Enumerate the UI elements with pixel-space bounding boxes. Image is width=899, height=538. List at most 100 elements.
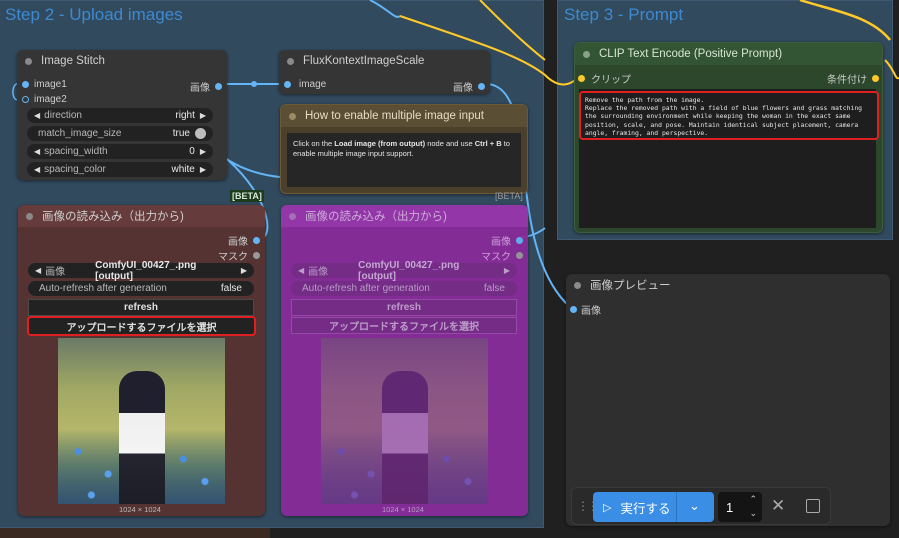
button-divider [676, 492, 677, 522]
arrow-right-icon[interactable]: ▶ [200, 111, 206, 120]
refresh-button[interactable]: refresh [28, 299, 254, 316]
close-icon[interactable]: ✕ [771, 496, 785, 516]
loaded-image-thumbnail[interactable] [321, 338, 488, 504]
load-image-node[interactable]: 画像の読み込み（出力から) 画像 マスク ◀ 画像 ComfyUI_00427_… [18, 205, 265, 516]
arrow-left-icon[interactable]: ◀ [34, 165, 40, 174]
port-icon[interactable] [215, 83, 222, 90]
port-icon[interactable] [478, 83, 485, 90]
note-header[interactable]: How to enable multiple image input [281, 105, 527, 127]
clip-header[interactable]: CLIP Text Encode (Positive Prompt) [575, 43, 882, 65]
toggle-icon[interactable] [195, 128, 206, 139]
port-icon[interactable] [284, 81, 291, 88]
image-stitch-header[interactable]: Image Stitch [17, 50, 227, 72]
arrow-right-icon[interactable]: ▶ [241, 266, 247, 275]
arrow-right-icon[interactable]: ▶ [200, 147, 206, 156]
collapse-dot-icon[interactable] [583, 50, 590, 58]
graph-canvas[interactable]: Step 2 - Upload images Step 3 - Prompt I… [0, 0, 899, 538]
upload-file-button[interactable]: アップロードするファイルを選択 [291, 317, 517, 334]
widget-image-select[interactable]: ◀ 画像 ComfyUI_00427_.png [output] ▶ [28, 260, 254, 282]
flux-input-label: image [299, 79, 327, 90]
offscreen-node-stub [0, 528, 270, 538]
collapse-dot-icon[interactable] [289, 212, 296, 220]
port-icon[interactable] [578, 75, 585, 82]
clip-output[interactable]: 条件付け [827, 71, 879, 86]
image-dimensions: 1024 × 1024 [382, 505, 424, 514]
upload-file-button[interactable]: アップロードするファイルを選択 [27, 316, 256, 336]
image-stitch-title: Image Stitch [41, 55, 105, 67]
arrow-left-icon[interactable]: ◀ [35, 266, 41, 275]
stop-icon[interactable] [806, 499, 820, 513]
widget-auto-refresh[interactable]: Auto-refresh after generation false [291, 281, 517, 296]
port-icon[interactable] [872, 75, 879, 82]
run-label: 実行する [620, 501, 671, 516]
clip-input[interactable]: クリップ [578, 71, 631, 86]
widget-direction-value: right [175, 110, 195, 121]
note-text-mid: node and use [425, 139, 475, 148]
port-icon[interactable] [516, 252, 523, 259]
batch-count-input[interactable]: 1 ⌃ ⌄ [718, 492, 762, 522]
load-image-node-bypassed[interactable]: 画像の読み込み（出力から) 画像 マスク ◀ 画像 ComfyUI_00427_… [281, 205, 528, 516]
arrow-left-icon[interactable]: ◀ [34, 111, 40, 120]
note-text-bold2: Ctrl + B [474, 139, 502, 148]
output-image[interactable]: 画像 [190, 79, 222, 94]
collapse-dot-icon[interactable] [289, 112, 296, 120]
flux-output-image[interactable]: 画像 [453, 79, 485, 94]
flux-output-label: 画像 [453, 83, 473, 94]
load-output-image[interactable]: 画像 [228, 233, 260, 248]
collapse-dot-icon[interactable] [26, 212, 33, 220]
decrement-icon[interactable]: ⌄ [749, 508, 757, 519]
note-node[interactable]: How to enable multiple image input Click… [280, 104, 528, 194]
preview-input[interactable]: 画像 [570, 302, 601, 317]
port-icon[interactable] [22, 96, 29, 103]
note-text-bold1: Load image (from output) [334, 139, 426, 148]
widget-match-image-size[interactable]: match_image_size true [27, 126, 213, 141]
port-icon[interactable] [22, 81, 29, 88]
arrow-right-icon[interactable]: ▶ [200, 165, 206, 174]
prompt-textarea[interactable]: Remove the path from the image. Replace … [579, 91, 879, 140]
widget-direction[interactable]: ◀ direction right ▶ [27, 108, 213, 123]
flux-scale-header[interactable]: FluxKontextImageScale [279, 50, 490, 72]
arrow-left-icon[interactable]: ◀ [298, 266, 304, 275]
port-icon[interactable] [516, 237, 523, 244]
preview-header[interactable]: 画像プレビュー [566, 274, 890, 296]
input-image1[interactable]: image1 [22, 79, 67, 90]
beta-badge: [BETA] [230, 190, 264, 202]
note-text-pre: Click on the [293, 139, 335, 148]
input-image2[interactable]: image2 [22, 94, 67, 105]
widget-image-select[interactable]: ◀ 画像 ComfyUI_00427_.png [output] ▶ [291, 260, 517, 282]
collapse-dot-icon[interactable] [287, 57, 294, 65]
image-dimensions: 1024 × 1024 [119, 505, 161, 514]
port-icon[interactable] [253, 237, 260, 244]
widget-spacing-color[interactable]: ◀ spacing_color white ▶ [27, 162, 213, 177]
loaded-image-thumbnail[interactable] [58, 338, 225, 504]
image-stitch-node[interactable]: Image Stitch image1 image2 画像 ◀ directio… [17, 50, 227, 180]
play-icon: ▷ [603, 501, 612, 514]
widget-spacing-width[interactable]: ◀ spacing_width 0 ▶ [27, 144, 213, 159]
collapse-dot-icon[interactable] [25, 57, 32, 65]
flux-input-image[interactable]: image [284, 79, 326, 90]
clip-input-label: クリップ [591, 75, 631, 86]
port-icon[interactable] [570, 306, 577, 313]
load-image-header[interactable]: 画像の読み込み（出力から) [281, 205, 528, 227]
port-icon[interactable] [253, 252, 260, 259]
clip-text-encode-node[interactable]: CLIP Text Encode (Positive Prompt) クリップ … [574, 42, 883, 233]
note-text-area[interactable]: Click on the Load image (from output) no… [287, 133, 521, 187]
widget-auto-refresh[interactable]: Auto-refresh after generation false [28, 281, 254, 296]
load-image-title: 画像の読み込み（出力から) [42, 211, 184, 223]
refresh-button[interactable]: refresh [291, 299, 517, 316]
load-image-title: 画像の読み込み（出力から) [305, 211, 447, 223]
arrow-left-icon[interactable]: ◀ [34, 147, 40, 156]
arrow-right-icon[interactable]: ▶ [504, 266, 510, 275]
run-queue-button[interactable]: ▷ 実行する ⌄ [593, 492, 714, 522]
widget-spacing-width-label: spacing_width [44, 146, 108, 157]
chevron-down-icon[interactable]: ⌄ [689, 498, 700, 514]
note-title: How to enable multiple image input [305, 110, 484, 122]
load-output-image[interactable]: 画像 [491, 233, 523, 248]
preview-title: 画像プレビュー [590, 280, 671, 292]
increment-icon[interactable]: ⌃ [749, 494, 757, 505]
input-image2-label: image2 [34, 94, 67, 105]
flux-kontext-scale-node[interactable]: FluxKontextImageScale image 画像 [279, 50, 490, 94]
collapse-dot-icon[interactable] [574, 281, 581, 289]
load-image-header[interactable]: 画像の読み込み（出力から) [18, 205, 265, 227]
input-image1-label: image1 [34, 79, 67, 90]
